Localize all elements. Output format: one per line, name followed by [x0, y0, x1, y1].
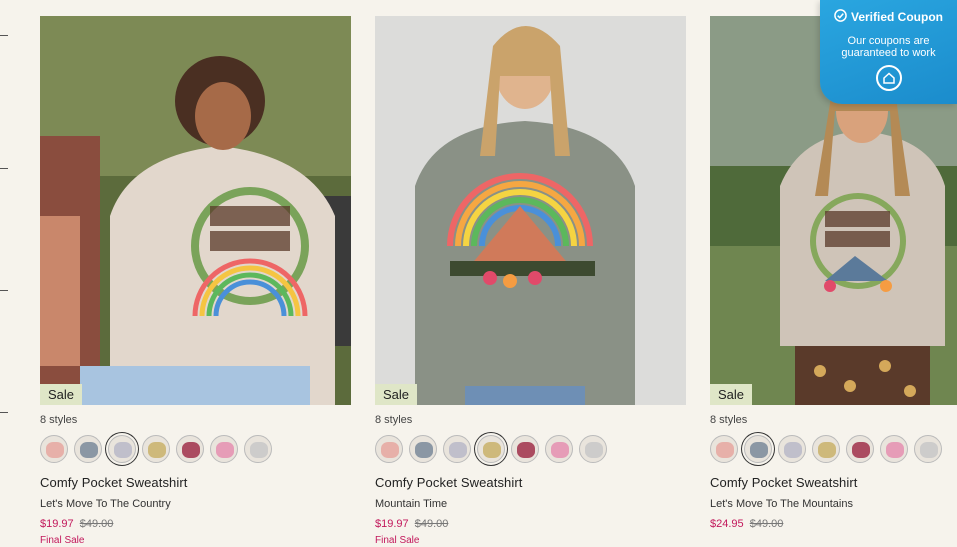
style-swatch[interactable] [375, 435, 403, 463]
scroll-mark [0, 35, 8, 36]
scroll-mark [0, 412, 8, 413]
swatch-print [216, 442, 234, 458]
verified-coupon-widget[interactable]: Verified Coupon Our coupons are guarante… [820, 0, 957, 104]
style-swatch[interactable] [176, 435, 204, 463]
coupon-title-row: Verified Coupon [820, 9, 957, 25]
coupon-description: Our coupons are guaranteed to work [820, 35, 957, 59]
style-swatch[interactable] [40, 435, 68, 463]
swatch-print [517, 442, 535, 458]
price-row: $24.95 $49.00 [710, 517, 957, 531]
style-swatch[interactable] [744, 435, 772, 463]
styles-count: 8 styles [40, 414, 78, 426]
swatch-print [250, 442, 268, 458]
coupon-desc-line: Our coupons are [847, 35, 930, 47]
product-design: Mountain Time [375, 498, 448, 510]
style-swatch[interactable] [880, 435, 908, 463]
sale-badge: Sale [375, 384, 418, 405]
sale-price: $19.97 [375, 518, 409, 530]
price-row: $19.97 $49.00 [375, 517, 686, 531]
style-swatch[interactable] [812, 435, 840, 463]
product-photo-illustration [375, 16, 686, 405]
style-swatches [40, 435, 351, 465]
swatch-print [483, 442, 501, 458]
sale-badge: Sale [40, 384, 83, 405]
style-swatch[interactable] [778, 435, 806, 463]
swatch-print [80, 442, 98, 458]
scroll-mark [0, 290, 8, 291]
swatch-print [46, 442, 64, 458]
final-sale-label: Final Sale [40, 535, 85, 546]
product-image[interactable]: Sale [40, 16, 351, 405]
product-photo-illustration [40, 16, 351, 405]
style-swatches [375, 435, 686, 465]
swatch-print [920, 442, 938, 458]
product-card[interactable]: Sale 8 styles Comfy Pocket Sweatshirt Mo… [375, 16, 686, 547]
swatch-print [818, 442, 836, 458]
style-swatch[interactable] [210, 435, 238, 463]
swatch-print [182, 442, 200, 458]
style-swatch[interactable] [443, 435, 471, 463]
coupon-desc-line: guaranteed to work [841, 47, 936, 59]
swatch-print [148, 442, 166, 458]
original-price: $49.00 [749, 518, 784, 530]
swatch-print [886, 442, 904, 458]
swatch-print [750, 442, 768, 458]
sale-price: $24.95 [710, 518, 744, 530]
final-sale-label [710, 535, 957, 547]
style-swatch[interactable] [579, 435, 607, 463]
swatch-print [415, 442, 433, 458]
styles-count: 8 styles [375, 414, 413, 426]
style-swatch[interactable] [74, 435, 102, 463]
check-circle-icon [834, 9, 847, 25]
style-swatch[interactable] [914, 435, 942, 463]
style-swatch[interactable] [477, 435, 505, 463]
product-design: Let's Move To The Country [40, 498, 171, 510]
swatch-print [114, 442, 132, 458]
style-swatch[interactable] [244, 435, 272, 463]
scroll-mark [0, 168, 8, 169]
swatch-print [551, 442, 569, 458]
swatch-print [449, 442, 467, 458]
price-row: $19.97 $49.00 [40, 517, 351, 531]
style-swatch[interactable] [142, 435, 170, 463]
product-grid: Sale 8 styles Comfy Pocket Sweatshirt Le… [40, 16, 957, 547]
product-image[interactable]: Sale [375, 16, 686, 405]
final-sale-label: Final Sale [375, 535, 420, 546]
style-swatches [710, 435, 957, 465]
sale-price: $19.97 [40, 518, 74, 530]
product-card[interactable]: Sale 8 styles Comfy Pocket Sweatshirt Le… [40, 16, 351, 547]
product-name[interactable]: Comfy Pocket Sweatshirt [40, 475, 351, 491]
sale-badge: Sale [710, 384, 753, 405]
swatch-print [381, 442, 399, 458]
style-swatch[interactable] [710, 435, 738, 463]
style-swatch[interactable] [409, 435, 437, 463]
original-price: $49.00 [79, 518, 114, 530]
coupon-title: Verified Coupon [850, 10, 943, 24]
swatch-print [852, 442, 870, 458]
swatch-print [784, 442, 802, 458]
style-swatch[interactable] [545, 435, 573, 463]
style-swatch[interactable] [511, 435, 539, 463]
style-swatch[interactable] [846, 435, 874, 463]
original-price: $49.00 [414, 518, 449, 530]
product-name[interactable]: Comfy Pocket Sweatshirt [375, 475, 686, 491]
product-design: Let's Move To The Mountains [710, 498, 853, 510]
product-name[interactable]: Comfy Pocket Sweatshirt [710, 475, 957, 491]
styles-count: 8 styles [710, 414, 748, 426]
swatch-print [585, 442, 603, 458]
style-swatch[interactable] [108, 435, 136, 463]
coupon-house-icon[interactable] [875, 65, 902, 91]
swatch-print [716, 442, 734, 458]
